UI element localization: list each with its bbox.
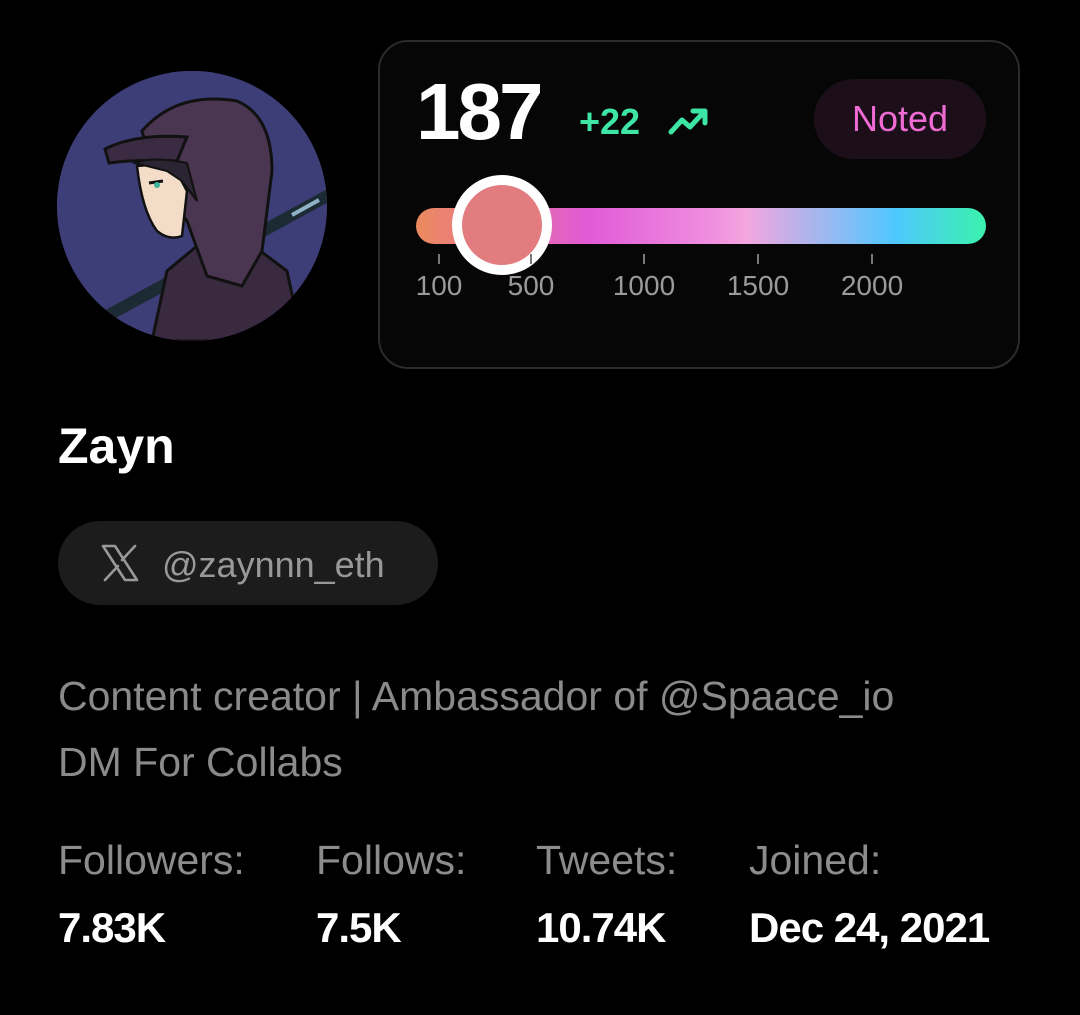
slider-tick-label: 100	[415, 270, 463, 301]
trending-up-icon	[668, 108, 708, 135]
slider-tick	[757, 254, 759, 264]
avatar	[57, 71, 327, 341]
slider-tick	[871, 254, 873, 264]
slider-tick-label: 1500	[726, 270, 790, 301]
slider-tick-label: 500	[507, 270, 555, 301]
slider-tick	[438, 254, 440, 264]
joined-value: Dec 24, 2021	[749, 904, 990, 951]
score-slider-thumb[interactable]	[452, 175, 552, 275]
handle-text: @zaynnn_eth	[162, 544, 385, 585]
bio-line: DM For Collabs	[58, 739, 343, 785]
avatar-illustration	[57, 71, 327, 341]
slider-tick	[643, 254, 645, 264]
bio-line: Content creator | Ambassador of @Spaace_…	[58, 673, 895, 719]
score-card: 187 +22 Noted 100 500 1000 1500 2000	[378, 40, 1020, 369]
bio: Content creator | Ambassador of @Spaace_…	[58, 663, 1048, 795]
followers-label: Followers:	[58, 837, 245, 883]
score-value: 187	[416, 67, 543, 156]
joined-label: Joined:	[749, 837, 882, 883]
slider-tick-label: 1000	[612, 270, 676, 301]
tweets-value: 10.74K	[536, 904, 666, 951]
followers-value: 7.83K	[58, 904, 166, 951]
profile-name: Zayn	[58, 418, 175, 474]
score-change: +22	[579, 101, 641, 142]
follows-label: Follows:	[316, 837, 467, 883]
follows-value: 7.5K	[316, 904, 402, 951]
slider-tick	[530, 254, 532, 264]
x-logo-icon	[101, 544, 139, 582]
slider-tick-label: 2000	[840, 270, 904, 301]
x-handle-link[interactable]: @zaynnn_eth	[58, 521, 438, 605]
tweets-label: Tweets:	[536, 837, 678, 883]
status-badge: Noted	[814, 79, 986, 159]
